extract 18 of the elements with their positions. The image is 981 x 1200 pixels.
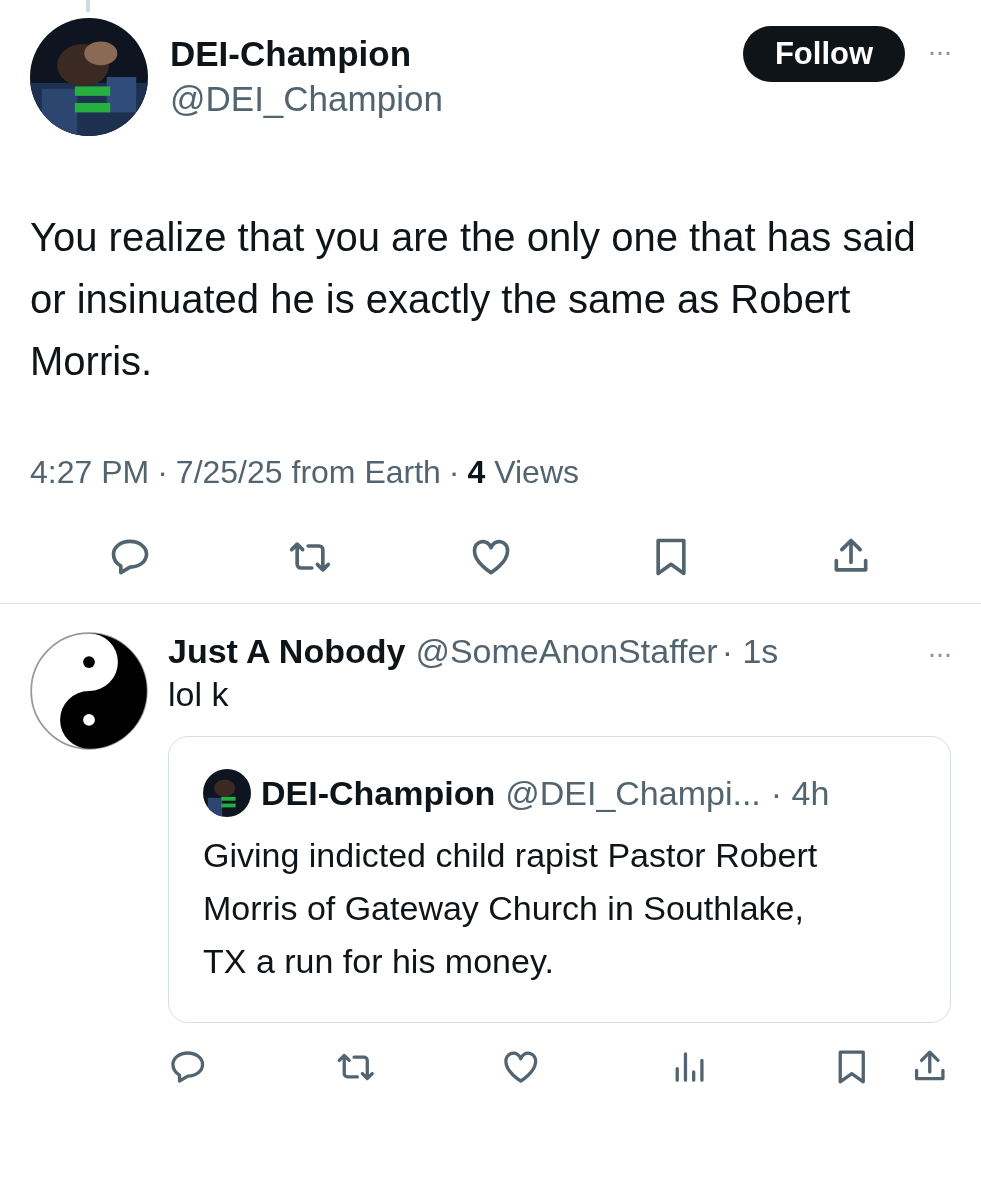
reply-text: lol k	[168, 675, 230, 714]
post-text: You realize that you are the only one that has said or insinuated he is exactly the same as Robert Morris.	[30, 214, 917, 385]
user-name: DEI-Champion	[261, 773, 496, 813]
post-time: · 4h	[770, 773, 830, 813]
user-handle[interactable]: @DEI_Champion	[170, 76, 443, 122]
follow-button[interactable]: Follow	[743, 26, 905, 82]
views-count: 4 Views	[467, 454, 579, 491]
user-handle[interactable]: @SomeAnonStaffer	[415, 632, 718, 671]
quoted-post[interactable]: DEI-Champion @DEI_Champi... · 4h Giving indicted child rapist Pastor Robert Morris of Gateway Church in Southlake, TX a run for his money.	[168, 736, 951, 1023]
post-date: 7/25/25 from Earth	[175, 454, 441, 491]
user-name[interactable]: Just A Nobody	[168, 632, 406, 671]
post-time: 4:27 PM	[30, 454, 150, 491]
quoted-text: Giving indicted child rapist Pastor Robert Morris of Gateway Church in Southlake, TX a run for his money.	[203, 835, 819, 982]
user-name[interactable]: DEI-Champion	[170, 32, 443, 76]
post-time: · 1s	[721, 632, 779, 671]
separator-dot: ·	[157, 454, 168, 491]
user-handle: @DEI_Champi...	[505, 773, 761, 813]
separator-dot: ·	[448, 454, 460, 491]
